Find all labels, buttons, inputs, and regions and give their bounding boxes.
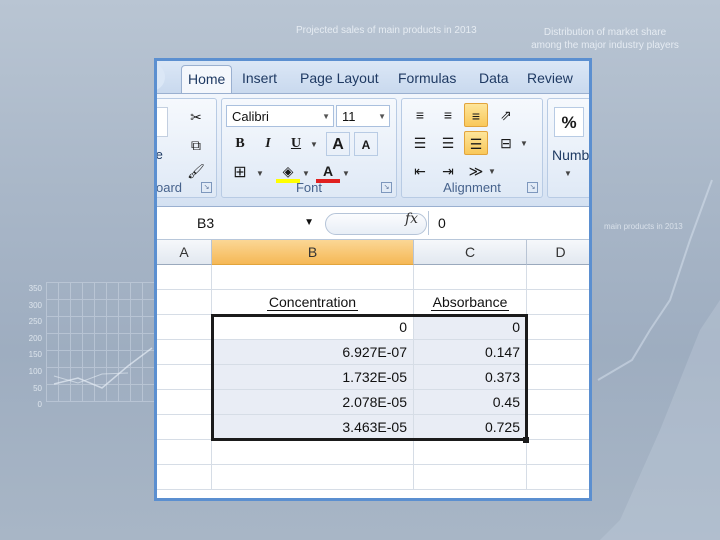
paste-label[interactable]: te xyxy=(157,147,163,162)
alignment-launcher-icon[interactable]: ↘ xyxy=(527,182,538,193)
font-size-value: 11 xyxy=(342,109,356,124)
cell-b4[interactable]: 6.927E-07 xyxy=(212,340,414,365)
formula-divider xyxy=(428,211,429,235)
column-header-a[interactable]: A xyxy=(157,240,212,265)
tab-insert[interactable]: Insert xyxy=(236,67,283,89)
cell[interactable] xyxy=(157,265,212,290)
align-left-icon[interactable]: ☰ xyxy=(408,131,432,155)
tab-formulas[interactable]: Formulas xyxy=(392,67,462,89)
ribbon: te ✂ ⧉ 🖌 oard ↘ Calibri ▼ 11 ▼ B I U ▼ A A… xyxy=(157,94,589,207)
clipboard-launcher-icon[interactable]: ↘ xyxy=(201,182,212,193)
cell[interactable] xyxy=(414,440,527,465)
font-group: Calibri ▼ 11 ▼ B I U ▼ A A ⊞ ▼ ◈ ▼ A ▼ Fon… xyxy=(221,98,397,198)
align-bottom-icon[interactable]: ≡ xyxy=(464,103,488,127)
font-size-select[interactable]: 11 ▼ xyxy=(336,105,390,127)
cell-c3[interactable]: 0 xyxy=(414,315,527,340)
shrink-font-button[interactable]: A xyxy=(354,132,378,156)
formula-input[interactable]: 0 xyxy=(438,211,446,235)
cell-b5[interactable]: 1.732E-05 xyxy=(212,365,414,390)
font-color-dropdown-icon[interactable]: ▼ xyxy=(342,169,350,178)
excel-window: Home Insert Page Layout Formulas Data Re… xyxy=(154,58,592,501)
number-group: % Numb ▼ xyxy=(547,98,589,198)
align-center-icon[interactable]: ☰ xyxy=(436,131,460,155)
font-launcher-icon[interactable]: ↘ xyxy=(381,182,392,193)
fill-color-dropdown-icon[interactable]: ▼ xyxy=(302,169,310,178)
alignment-group: ≡ ≡ ≡ ⇗ ☰ ☰ ☰ ⊟ ▼ ⇤ ⇥ ≫ ▼ Alignment ↘ xyxy=(401,98,543,198)
copy-icon[interactable]: ⧉ xyxy=(184,133,208,157)
alignment-group-label: Alignment xyxy=(443,180,501,195)
tab-home[interactable]: Home xyxy=(181,65,233,93)
align-right-icon[interactable]: ☰ xyxy=(464,131,488,155)
name-box[interactable]: B3 ▼ xyxy=(157,211,322,235)
chevron-down-icon: ▼ xyxy=(304,217,314,228)
cell[interactable] xyxy=(527,440,589,465)
cell[interactable] xyxy=(527,290,589,315)
cell[interactable] xyxy=(157,390,212,415)
insert-function-button[interactable]: fx xyxy=(405,211,418,227)
cell-b3[interactable]: 0 xyxy=(212,315,414,340)
chevron-down-icon: ▼ xyxy=(322,112,330,121)
tab-page-layout[interactable]: Page Layout xyxy=(294,67,385,89)
cell-c5[interactable]: 0.373 xyxy=(414,365,527,390)
cell-c4[interactable]: 0.147 xyxy=(414,340,527,365)
cell-c6[interactable]: 0.45 xyxy=(414,390,527,415)
office-orb-edge[interactable] xyxy=(157,63,165,91)
cell[interactable] xyxy=(527,265,589,290)
font-group-label: Font xyxy=(295,180,322,195)
borders-dropdown-icon[interactable]: ▼ xyxy=(256,169,264,178)
header-concentration[interactable]: Concentration xyxy=(212,290,414,315)
cell[interactable] xyxy=(212,465,414,490)
cell[interactable] xyxy=(157,415,212,440)
formula-bar: B3 ▼ fx 0 xyxy=(157,207,589,240)
align-top-icon[interactable]: ≡ xyxy=(408,103,432,127)
number-format-dropdown-icon[interactable]: ▼ xyxy=(564,169,572,178)
percent-button[interactable]: % xyxy=(554,107,584,137)
bold-button[interactable]: B xyxy=(228,132,252,156)
fill-handle[interactable] xyxy=(523,437,529,443)
underline-button[interactable]: U xyxy=(284,132,308,156)
italic-button[interactable]: I xyxy=(256,132,280,156)
number-format-label[interactable]: Numb xyxy=(552,147,589,163)
cut-icon[interactable]: ✂ xyxy=(184,105,208,129)
cell-c7[interactable]: 0.725 xyxy=(414,415,527,440)
cell[interactable] xyxy=(527,315,589,340)
cell[interactable] xyxy=(157,365,212,390)
cell[interactable] xyxy=(414,465,527,490)
align-middle-icon[interactable]: ≡ xyxy=(436,103,460,127)
merge-dropdown-icon[interactable]: ▼ xyxy=(520,139,528,148)
orientation-icon[interactable]: ⇗ xyxy=(494,103,518,127)
column-header-b[interactable]: B xyxy=(212,240,414,265)
tab-review[interactable]: Review xyxy=(521,67,579,89)
cell[interactable] xyxy=(414,265,527,290)
cell[interactable] xyxy=(157,440,212,465)
font-name-select[interactable]: Calibri ▼ xyxy=(226,105,334,127)
paste-icon[interactable] xyxy=(157,107,168,137)
merge-center-icon[interactable]: ⊟ xyxy=(494,131,518,155)
underline-dropdown-icon[interactable]: ▼ xyxy=(310,140,318,149)
cell[interactable] xyxy=(212,265,414,290)
column-header-d[interactable]: D xyxy=(527,240,589,265)
cell[interactable] xyxy=(157,340,212,365)
cell-b6[interactable]: 2.078E-05 xyxy=(212,390,414,415)
ribbon-tabs: Home Insert Page Layout Formulas Data Re… xyxy=(157,61,589,94)
tab-data[interactable]: Data xyxy=(473,67,515,89)
cell[interactable] xyxy=(157,315,212,340)
column-header-c[interactable]: C xyxy=(414,240,527,265)
cell[interactable] xyxy=(527,465,589,490)
grow-font-button[interactable]: A xyxy=(326,132,350,156)
header-absorbance[interactable]: Absorbance xyxy=(414,290,527,315)
name-box-value: B3 xyxy=(197,215,215,231)
cell[interactable] xyxy=(157,465,212,490)
chevron-down-icon: ▼ xyxy=(378,112,386,121)
font-name-value: Calibri xyxy=(232,109,269,124)
cell[interactable] xyxy=(527,340,589,365)
cell[interactable] xyxy=(527,365,589,390)
cell[interactable] xyxy=(527,390,589,415)
text-direction-dropdown-icon[interactable]: ▼ xyxy=(488,167,496,176)
cell[interactable] xyxy=(212,440,414,465)
cell[interactable] xyxy=(527,415,589,440)
cell-b7[interactable]: 3.463E-05 xyxy=(212,415,414,440)
clipboard-group: te ✂ ⧉ 🖌 oard ↘ xyxy=(157,98,217,198)
cell[interactable] xyxy=(157,290,212,315)
